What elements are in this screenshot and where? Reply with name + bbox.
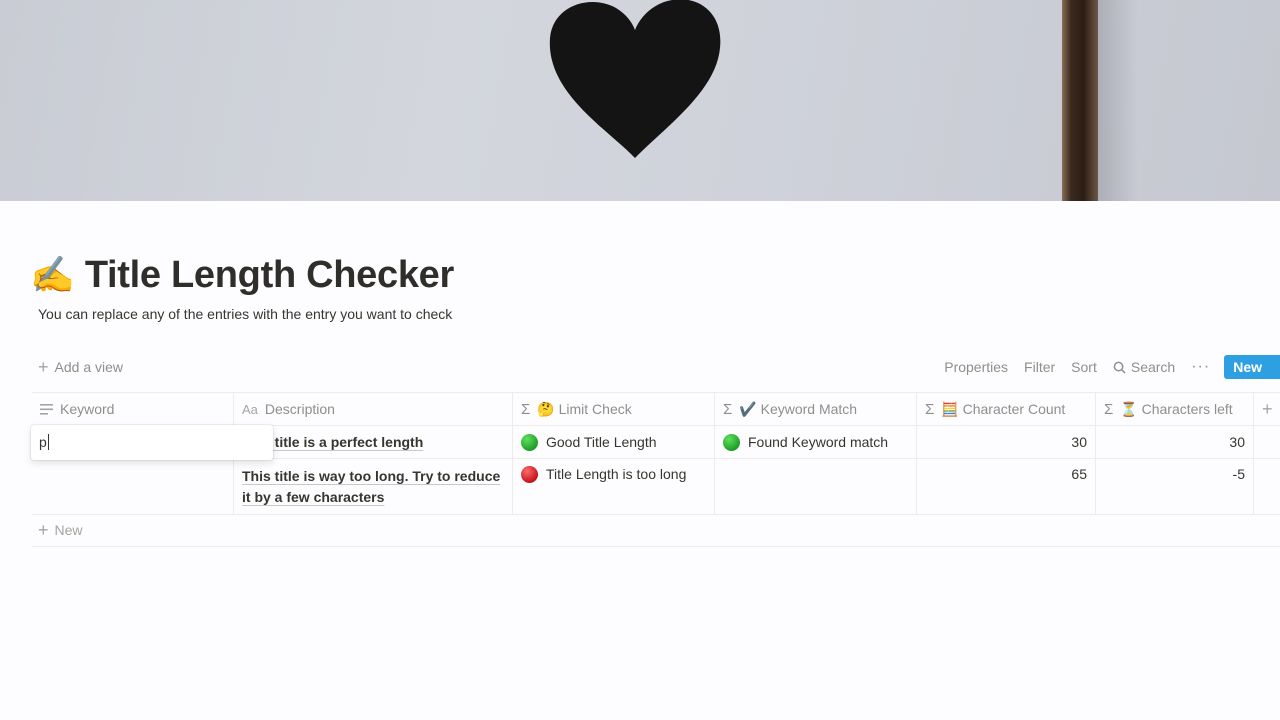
column-header-keyword[interactable]: Keyword [32, 393, 234, 425]
characters-left-cell[interactable]: 30 [1096, 426, 1254, 458]
cover-image [0, 0, 1280, 201]
column-label: 🧮 Character Count [941, 400, 1066, 417]
limit-check-text: Good Title Length [546, 434, 657, 450]
page-header: ✍️ Title Length Checker [30, 250, 454, 300]
more-options-icon[interactable]: ··· [1191, 358, 1210, 376]
formula-icon: Σ [521, 400, 531, 418]
keyword-cell[interactable] [32, 459, 234, 514]
column-header-characters-left[interactable]: Σ ⏳ Characters left [1096, 393, 1254, 425]
keyword-match-cell[interactable] [715, 459, 917, 514]
column-header-character-count[interactable]: Σ 🧮 Character Count [917, 393, 1096, 425]
add-property-button[interactable]: + [1254, 393, 1280, 425]
database-toolbar: + Add a view Properties Filter Sort Sear… [32, 355, 1280, 380]
writing-hand-icon[interactable]: ✍️ [30, 250, 75, 300]
filter-button[interactable]: Filter [1024, 359, 1055, 375]
table-row[interactable]: This title is way too long. Try to reduc… [32, 459, 1280, 515]
heart-icon [549, 0, 721, 158]
formula-icon: Σ [1104, 400, 1114, 418]
add-row-button[interactable]: + New [38, 521, 83, 539]
search-button[interactable]: Search [1113, 359, 1175, 375]
green-circle-icon [521, 433, 538, 451]
search-label: Search [1130, 359, 1176, 375]
column-label: Description [264, 401, 335, 417]
new-button[interactable]: New [1224, 355, 1280, 379]
limit-check-cell[interactable]: Title Length is too long [513, 459, 715, 514]
add-row-label: New [54, 522, 83, 538]
column-header-keyword-match[interactable]: Σ ✔️ Keyword Match [715, 393, 917, 425]
column-label: ⏳ Characters left [1120, 400, 1233, 417]
text-type-icon: Aa [242, 401, 258, 417]
plus-icon: + [1262, 399, 1273, 419]
formula-icon: Σ [723, 400, 733, 418]
column-label: ✔️ Keyword Match [739, 400, 858, 417]
description-text[interactable]: This title is way too long. Try to reduc… [242, 466, 504, 508]
plus-icon: + [38, 520, 49, 540]
limit-check-text: Title Length is too long [546, 466, 687, 482]
character-count-cell[interactable]: 65 [917, 459, 1096, 514]
red-circle-icon [521, 466, 538, 483]
table-header: Keyword Aa Description Σ 🤔 Limit Check Σ… [32, 392, 1280, 426]
text-caret [47, 434, 49, 450]
add-view-button[interactable]: + Add a view [38, 358, 123, 376]
column-label: Keyword [60, 401, 115, 417]
page-title[interactable]: Title Length Checker [85, 254, 454, 297]
column-header-limit-check[interactable]: Σ 🤔 Limit Check [513, 393, 715, 425]
text-lines-icon [40, 403, 53, 415]
keyword-input-value: p [39, 434, 47, 450]
wooden-post [1062, 0, 1098, 201]
character-count-cell[interactable]: 30 [917, 426, 1096, 458]
column-label: 🤔 Limit Check [537, 400, 632, 417]
description-cell[interactable]: This title is a perfect length [234, 426, 513, 458]
add-view-label: Add a view [54, 359, 123, 375]
properties-button[interactable]: Properties [944, 359, 1008, 375]
keyword-match-cell[interactable]: Found Keyword match [715, 426, 917, 458]
keyword-cell-editor[interactable]: p [31, 425, 273, 460]
keyword-match-text: Found Keyword match [748, 434, 889, 450]
page-subtitle[interactable]: You can replace any of the entries with … [38, 306, 452, 322]
plus-icon: + [38, 357, 49, 377]
sort-button[interactable]: Sort [1071, 359, 1097, 375]
description-cell[interactable]: This title is way too long. Try to reduc… [234, 459, 513, 514]
limit-check-cell[interactable]: Good Title Length [513, 426, 715, 458]
green-circle-icon [723, 433, 740, 451]
formula-icon: Σ [925, 400, 935, 418]
column-header-description[interactable]: Aa Description [234, 393, 513, 425]
characters-left-cell[interactable]: -5 [1096, 459, 1254, 514]
divider [32, 546, 1280, 547]
search-icon [1113, 361, 1126, 374]
